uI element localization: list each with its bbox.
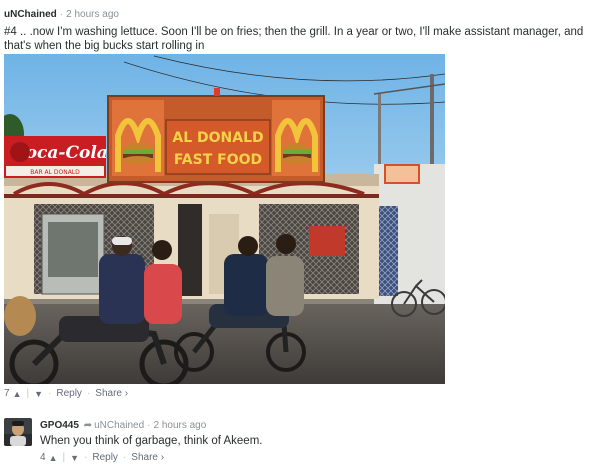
sign-line-1: AL DONALD [172, 130, 263, 146]
caret-up-icon[interactable]: ▲ [49, 452, 58, 464]
reply-button[interactable]: Reply [56, 388, 82, 400]
comment-timestamp[interactable]: 2 hours ago [66, 9, 119, 20]
avatar[interactable] [4, 418, 32, 446]
comment-text: #4 .. .now I'm washing lettuce. Soon I'l… [4, 26, 584, 52]
divider: | [26, 388, 30, 399]
separator-dot: · [59, 9, 64, 20]
separator-dot: · [84, 452, 88, 463]
comment-author[interactable]: uNChained [4, 9, 57, 20]
share-button[interactable]: Share › [131, 452, 164, 464]
separator-dot: · [86, 388, 91, 399]
reply-arrow-icon: ➦ [83, 420, 93, 431]
comment-author[interactable]: GPO445 [40, 420, 79, 431]
reply-button[interactable]: Reply [92, 452, 118, 464]
comment-header: GPO445 ➦ uNChained · 2 hours ago [40, 420, 206, 432]
comment-timestamp[interactable]: 2 hours ago [153, 420, 206, 431]
caret-up-icon[interactable]: ▲ [13, 388, 22, 400]
vote-count: 7 [4, 388, 10, 399]
separator-dot: · [122, 452, 127, 463]
comment-actions: 7 ▲ | ▼ · Reply · Share › [4, 388, 128, 400]
comment: uNChained · 2 hours ago #4 .. .now I'm was… [4, 8, 596, 53]
share-button[interactable]: Share › [95, 388, 128, 400]
vote-count: 4 [40, 452, 46, 463]
comment-actions: 4 ▲ | ▼ · Reply · Share › [40, 452, 164, 464]
caret-down-icon[interactable]: ▼ [70, 452, 79, 464]
comment-image[interactable]: Coca-Cola BAR AL DONALD AL DONALD FAST F… [4, 54, 445, 384]
comment-header: uNChained · 2 hours ago [4, 8, 596, 21]
bar-sign-text: BAR AL DONALD [30, 169, 80, 176]
reply-to-author[interactable]: uNChained [94, 420, 144, 431]
divider: | [62, 452, 66, 463]
separator-dot: · [147, 420, 151, 431]
separator-dot: · [48, 388, 52, 399]
caret-down-icon[interactable]: ▼ [34, 388, 43, 400]
sign-line-2: FAST FOOD [174, 152, 262, 168]
comment-text: When you think of garbage, think of Akee… [40, 435, 263, 447]
